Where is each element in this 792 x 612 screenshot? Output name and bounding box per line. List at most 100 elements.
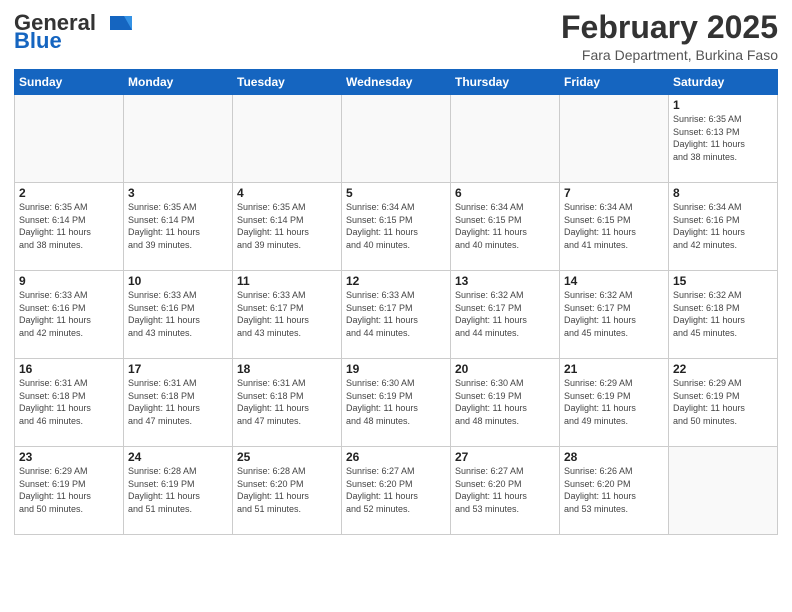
calendar-cell: 26Sunrise: 6:27 AM Sunset: 6:20 PM Dayli…	[342, 447, 451, 535]
calendar-cell: 13Sunrise: 6:32 AM Sunset: 6:17 PM Dayli…	[451, 271, 560, 359]
calendar-week-4: 23Sunrise: 6:29 AM Sunset: 6:19 PM Dayli…	[15, 447, 778, 535]
day-number: 26	[346, 450, 446, 464]
day-number: 9	[19, 274, 119, 288]
calendar-cell: 3Sunrise: 6:35 AM Sunset: 6:14 PM Daylig…	[124, 183, 233, 271]
calendar-cell: 10Sunrise: 6:33 AM Sunset: 6:16 PM Dayli…	[124, 271, 233, 359]
day-number: 27	[455, 450, 555, 464]
day-number: 3	[128, 186, 228, 200]
day-number: 14	[564, 274, 664, 288]
header: General Blue February 2025 Fara Departme…	[14, 10, 778, 63]
calendar-cell: 14Sunrise: 6:32 AM Sunset: 6:17 PM Dayli…	[560, 271, 669, 359]
calendar-cell	[342, 95, 451, 183]
calendar-cell: 22Sunrise: 6:29 AM Sunset: 6:19 PM Dayli…	[669, 359, 778, 447]
calendar-cell	[669, 447, 778, 535]
calendar-cell: 20Sunrise: 6:30 AM Sunset: 6:19 PM Dayli…	[451, 359, 560, 447]
day-info: Sunrise: 6:27 AM Sunset: 6:20 PM Dayligh…	[346, 465, 446, 515]
day-number: 12	[346, 274, 446, 288]
day-info: Sunrise: 6:29 AM Sunset: 6:19 PM Dayligh…	[19, 465, 119, 515]
header-friday: Friday	[560, 70, 669, 95]
day-info: Sunrise: 6:35 AM Sunset: 6:14 PM Dayligh…	[237, 201, 337, 251]
calendar-cell: 25Sunrise: 6:28 AM Sunset: 6:20 PM Dayli…	[233, 447, 342, 535]
calendar-week-1: 2Sunrise: 6:35 AM Sunset: 6:14 PM Daylig…	[15, 183, 778, 271]
calendar-cell: 17Sunrise: 6:31 AM Sunset: 6:18 PM Dayli…	[124, 359, 233, 447]
calendar-cell: 24Sunrise: 6:28 AM Sunset: 6:19 PM Dayli…	[124, 447, 233, 535]
day-info: Sunrise: 6:33 AM Sunset: 6:17 PM Dayligh…	[237, 289, 337, 339]
day-info: Sunrise: 6:31 AM Sunset: 6:18 PM Dayligh…	[128, 377, 228, 427]
header-monday: Monday	[124, 70, 233, 95]
day-info: Sunrise: 6:34 AM Sunset: 6:15 PM Dayligh…	[455, 201, 555, 251]
calendar-week-2: 9Sunrise: 6:33 AM Sunset: 6:16 PM Daylig…	[15, 271, 778, 359]
calendar-cell	[560, 95, 669, 183]
day-number: 11	[237, 274, 337, 288]
day-number: 20	[455, 362, 555, 376]
calendar: Sunday Monday Tuesday Wednesday Thursday…	[14, 69, 778, 535]
day-info: Sunrise: 6:30 AM Sunset: 6:19 PM Dayligh…	[455, 377, 555, 427]
header-wednesday: Wednesday	[342, 70, 451, 95]
day-number: 13	[455, 274, 555, 288]
day-number: 16	[19, 362, 119, 376]
day-number: 8	[673, 186, 773, 200]
header-saturday: Saturday	[669, 70, 778, 95]
calendar-cell: 28Sunrise: 6:26 AM Sunset: 6:20 PM Dayli…	[560, 447, 669, 535]
day-number: 1	[673, 98, 773, 112]
calendar-cell: 12Sunrise: 6:33 AM Sunset: 6:17 PM Dayli…	[342, 271, 451, 359]
calendar-cell	[124, 95, 233, 183]
calendar-cell: 19Sunrise: 6:30 AM Sunset: 6:19 PM Dayli…	[342, 359, 451, 447]
day-info: Sunrise: 6:29 AM Sunset: 6:19 PM Dayligh…	[673, 377, 773, 427]
day-info: Sunrise: 6:29 AM Sunset: 6:19 PM Dayligh…	[564, 377, 664, 427]
day-info: Sunrise: 6:31 AM Sunset: 6:18 PM Dayligh…	[237, 377, 337, 427]
day-number: 4	[237, 186, 337, 200]
calendar-cell: 8Sunrise: 6:34 AM Sunset: 6:16 PM Daylig…	[669, 183, 778, 271]
calendar-cell	[15, 95, 124, 183]
day-info: Sunrise: 6:32 AM Sunset: 6:18 PM Dayligh…	[673, 289, 773, 339]
calendar-cell: 4Sunrise: 6:35 AM Sunset: 6:14 PM Daylig…	[233, 183, 342, 271]
day-info: Sunrise: 6:33 AM Sunset: 6:16 PM Dayligh…	[19, 289, 119, 339]
day-info: Sunrise: 6:28 AM Sunset: 6:20 PM Dayligh…	[237, 465, 337, 515]
day-info: Sunrise: 6:35 AM Sunset: 6:14 PM Dayligh…	[128, 201, 228, 251]
day-info: Sunrise: 6:33 AM Sunset: 6:17 PM Dayligh…	[346, 289, 446, 339]
calendar-cell: 7Sunrise: 6:34 AM Sunset: 6:15 PM Daylig…	[560, 183, 669, 271]
day-info: Sunrise: 6:35 AM Sunset: 6:14 PM Dayligh…	[19, 201, 119, 251]
month-year: February 2025	[561, 10, 778, 45]
day-info: Sunrise: 6:32 AM Sunset: 6:17 PM Dayligh…	[455, 289, 555, 339]
logo-blue: Blue	[14, 28, 62, 54]
day-info: Sunrise: 6:34 AM Sunset: 6:15 PM Dayligh…	[564, 201, 664, 251]
header-thursday: Thursday	[451, 70, 560, 95]
day-info: Sunrise: 6:32 AM Sunset: 6:17 PM Dayligh…	[564, 289, 664, 339]
day-info: Sunrise: 6:30 AM Sunset: 6:19 PM Dayligh…	[346, 377, 446, 427]
calendar-cell: 27Sunrise: 6:27 AM Sunset: 6:20 PM Dayli…	[451, 447, 560, 535]
day-number: 18	[237, 362, 337, 376]
calendar-cell: 18Sunrise: 6:31 AM Sunset: 6:18 PM Dayli…	[233, 359, 342, 447]
calendar-cell: 5Sunrise: 6:34 AM Sunset: 6:15 PM Daylig…	[342, 183, 451, 271]
calendar-cell: 1Sunrise: 6:35 AM Sunset: 6:13 PM Daylig…	[669, 95, 778, 183]
logo: General Blue	[14, 10, 132, 54]
day-number: 15	[673, 274, 773, 288]
calendar-cell: 11Sunrise: 6:33 AM Sunset: 6:17 PM Dayli…	[233, 271, 342, 359]
day-number: 24	[128, 450, 228, 464]
day-number: 10	[128, 274, 228, 288]
day-info: Sunrise: 6:28 AM Sunset: 6:19 PM Dayligh…	[128, 465, 228, 515]
day-number: 25	[237, 450, 337, 464]
calendar-cell: 15Sunrise: 6:32 AM Sunset: 6:18 PM Dayli…	[669, 271, 778, 359]
day-info: Sunrise: 6:35 AM Sunset: 6:13 PM Dayligh…	[673, 113, 773, 163]
day-info: Sunrise: 6:27 AM Sunset: 6:20 PM Dayligh…	[455, 465, 555, 515]
location: Fara Department, Burkina Faso	[561, 47, 778, 63]
day-number: 19	[346, 362, 446, 376]
calendar-header-row: Sunday Monday Tuesday Wednesday Thursday…	[15, 70, 778, 95]
day-info: Sunrise: 6:31 AM Sunset: 6:18 PM Dayligh…	[19, 377, 119, 427]
calendar-week-3: 16Sunrise: 6:31 AM Sunset: 6:18 PM Dayli…	[15, 359, 778, 447]
day-number: 5	[346, 186, 446, 200]
day-number: 23	[19, 450, 119, 464]
header-tuesday: Tuesday	[233, 70, 342, 95]
calendar-cell: 23Sunrise: 6:29 AM Sunset: 6:19 PM Dayli…	[15, 447, 124, 535]
day-number: 7	[564, 186, 664, 200]
title-block: February 2025 Fara Department, Burkina F…	[561, 10, 778, 63]
calendar-cell: 2Sunrise: 6:35 AM Sunset: 6:14 PM Daylig…	[15, 183, 124, 271]
logo-icon	[96, 12, 132, 34]
day-number: 17	[128, 362, 228, 376]
calendar-cell	[451, 95, 560, 183]
header-sunday: Sunday	[15, 70, 124, 95]
day-number: 2	[19, 186, 119, 200]
day-number: 22	[673, 362, 773, 376]
page: General Blue February 2025 Fara Departme…	[0, 0, 792, 612]
